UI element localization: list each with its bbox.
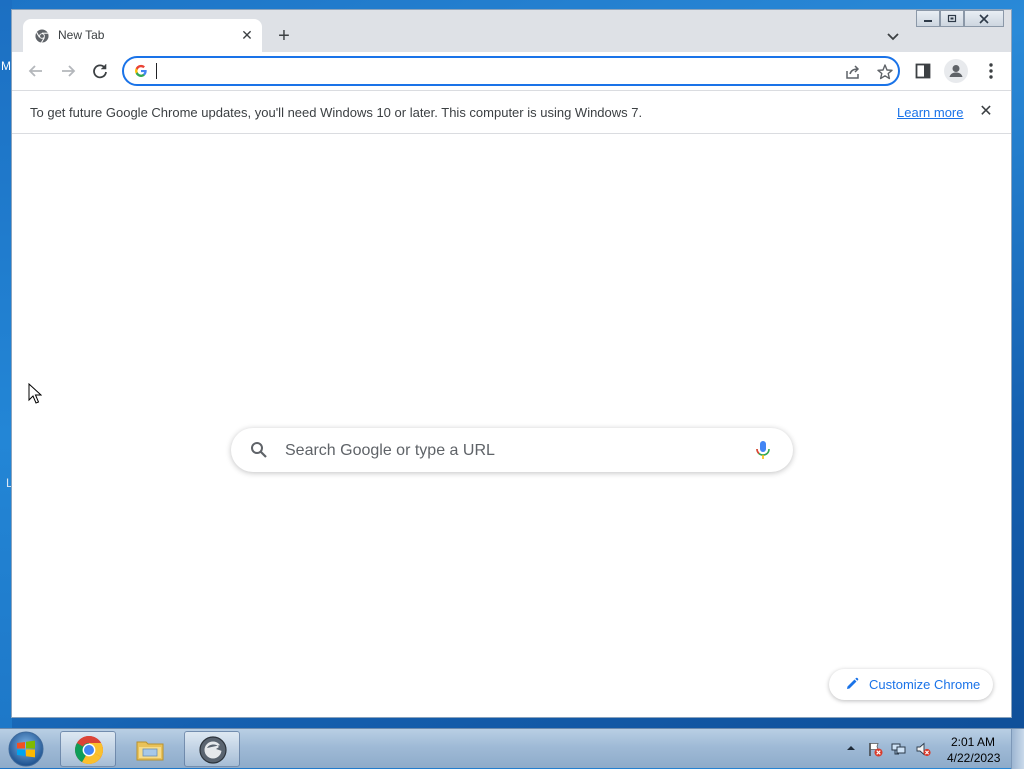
chrome-icon <box>75 736 103 764</box>
restore-button[interactable] <box>940 10 964 27</box>
clock-time[interactable]: 2:01 AM <box>951 735 995 749</box>
text-caret <box>156 63 157 79</box>
minimize-icon <box>924 20 932 22</box>
close-window-button[interactable] <box>964 10 1004 27</box>
reload-icon[interactable] <box>89 60 111 82</box>
clock-date[interactable]: 4/22/2023 <box>947 751 1000 765</box>
tab-title: New Tab <box>58 28 105 42</box>
url-input[interactable] <box>156 62 840 82</box>
new-tab-button[interactable]: + <box>272 25 296 49</box>
show-desktop-button[interactable] <box>1011 729 1024 769</box>
volume-muted-icon[interactable] <box>915 741 931 757</box>
google-g-icon <box>135 64 147 77</box>
windows-start-icon[interactable] <box>6 729 46 769</box>
side-panel-icon[interactable] <box>915 63 931 79</box>
file-explorer-icon <box>136 741 164 761</box>
taskbar: 2:01 AM 4/22/2023 <box>0 728 1024 769</box>
back-icon[interactable] <box>25 60 47 82</box>
restore-icon <box>947 14 957 23</box>
share-icon[interactable] <box>844 63 862 81</box>
infobar-message: To get future Google Chrome updates, you… <box>30 105 643 120</box>
toolbar <box>12 52 1011 90</box>
close-icon <box>979 14 989 24</box>
update-infobar: To get future Google Chrome updates, you… <box>12 90 1011 134</box>
chrome-window: New Tab ✕ + To get future Google Chrome … <box>12 10 1011 717</box>
desktop-icon-label: M <box>1 59 11 73</box>
forward-icon[interactable] <box>57 60 79 82</box>
pencil-icon <box>847 677 859 689</box>
tab-new-tab[interactable]: New Tab ✕ <box>23 19 262 52</box>
person-icon <box>949 65 963 77</box>
taskbar-chrome-button[interactable] <box>60 731 116 767</box>
taskbar-app-button[interactable] <box>184 731 240 767</box>
action-center-flag-icon[interactable] <box>867 741 883 757</box>
ntp-search-input[interactable] <box>283 440 727 462</box>
customize-chrome-button[interactable]: Customize Chrome <box>829 669 993 700</box>
infobar-close-icon[interactable]: ✕ <box>976 102 996 122</box>
bookmark-star-icon[interactable] <box>876 63 894 81</box>
address-bar[interactable] <box>122 56 900 86</box>
tray-expand-icon[interactable] <box>846 744 856 752</box>
profile-avatar-button[interactable] <box>944 59 968 83</box>
minimize-button[interactable] <box>916 10 940 27</box>
ntp-search-box[interactable] <box>231 428 793 472</box>
microphone-icon[interactable] <box>753 439 773 461</box>
search-icon <box>251 442 267 458</box>
taskbar-explorer-button[interactable] <box>122 731 178 767</box>
learn-more-link[interactable]: Learn more <box>897 105 963 120</box>
new-tab-page: Customize Chrome <box>12 134 1011 717</box>
desktop-background <box>0 0 12 730</box>
network-icon[interactable] <box>891 741 907 757</box>
chrome-icon <box>35 29 49 43</box>
tab-close-icon[interactable]: ✕ <box>238 26 256 44</box>
tab-search-icon[interactable] <box>883 26 903 46</box>
menu-kebab-icon[interactable] <box>981 61 1001 81</box>
mouse-cursor-icon <box>28 383 42 404</box>
customize-chrome-label: Customize Chrome <box>869 677 981 692</box>
tab-strip: New Tab ✕ + <box>12 10 1011 52</box>
app-icon <box>199 736 227 764</box>
